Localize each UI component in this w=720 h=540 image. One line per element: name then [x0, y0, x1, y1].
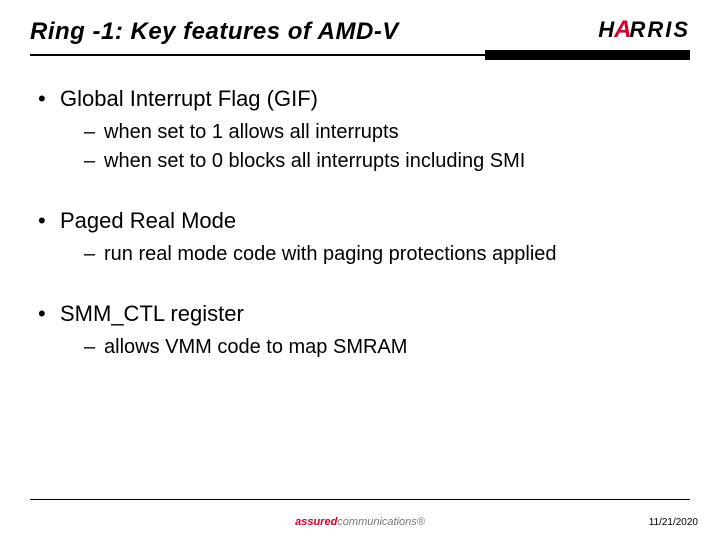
- bullet-text: Global Interrupt Flag (GIF): [60, 86, 318, 112]
- dash-icon: –: [84, 147, 104, 176]
- sub-text: when set to 1 allows all interrupts: [104, 118, 399, 147]
- header-rule: [0, 50, 720, 60]
- bullet-dot-icon: •: [38, 86, 60, 112]
- bullet-item: • SMM_CTL register: [38, 301, 682, 327]
- footer-rule: [30, 499, 690, 501]
- footer-brand-prefix: assured: [295, 516, 337, 528]
- rule-right: [486, 50, 690, 60]
- sub-text: when set to 0 blocks all interrupts incl…: [104, 147, 525, 176]
- dash-icon: –: [84, 333, 104, 362]
- dash-icon: –: [84, 118, 104, 147]
- rule-left: [30, 54, 485, 56]
- footer-brand-suffix: communications: [337, 516, 416, 528]
- sub-item: – when set to 0 blocks all interrupts in…: [84, 147, 682, 176]
- bullet-item: • Paged Real Mode: [38, 208, 682, 234]
- sub-item: – when set to 1 allows all interrupts: [84, 118, 682, 147]
- sub-text: run real mode code with paging protectio…: [104, 240, 557, 269]
- footer-date: 11/21/2020: [649, 517, 698, 528]
- sub-list: – allows VMM code to map SMRAM: [84, 333, 682, 362]
- harris-logo: HARRIS: [598, 16, 690, 44]
- dash-icon: –: [84, 240, 104, 269]
- footer-reg: ®: [417, 516, 425, 528]
- logo-text-right: RRIS: [629, 17, 690, 43]
- bullet-dot-icon: •: [38, 208, 60, 234]
- bullet-text: Paged Real Mode: [60, 208, 236, 234]
- bullet-text: SMM_CTL register: [60, 301, 244, 327]
- bullet-dot-icon: •: [38, 301, 60, 327]
- sub-list: – when set to 1 allows all interrupts – …: [84, 118, 682, 176]
- sub-item: – allows VMM code to map SMRAM: [84, 333, 682, 362]
- slide-title: Ring -1: Key features of AMD-V: [30, 18, 399, 46]
- slide-header: Ring -1: Key features of AMD-V HARRIS: [0, 0, 720, 46]
- sub-list: – run real mode code with paging protect…: [84, 240, 682, 269]
- footer-brand: assuredcommunications®: [0, 516, 720, 528]
- sub-text: allows VMM code to map SMRAM: [104, 333, 407, 362]
- sub-item: – run real mode code with paging protect…: [84, 240, 682, 269]
- slide-content: • Global Interrupt Flag (GIF) – when set…: [0, 60, 720, 362]
- bullet-item: • Global Interrupt Flag (GIF): [38, 86, 682, 112]
